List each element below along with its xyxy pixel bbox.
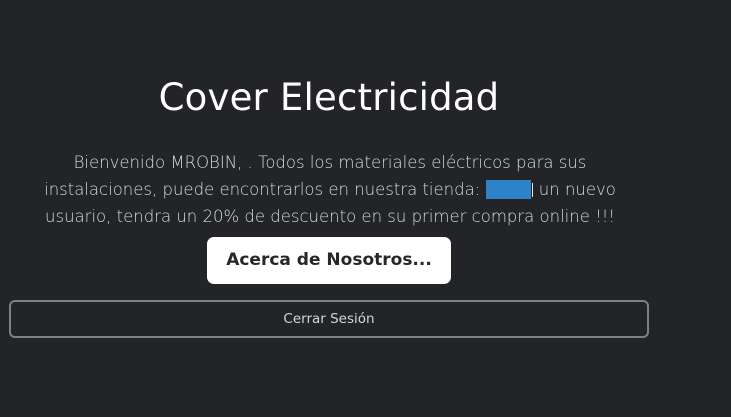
text-cursor-icon <box>531 182 533 197</box>
logout-button[interactable]: Cerrar Sesión <box>9 300 649 338</box>
selected-link-text[interactable]: Crear <box>485 179 531 199</box>
about-us-button[interactable]: Acerca de Nosotros... <box>207 237 451 284</box>
welcome-text: Bienvenido MROBIN, . Todos los materiale… <box>30 149 630 230</box>
page: { "hero": { "title": "Cover Electricidad… <box>0 0 731 417</box>
page-title: Cover Electricidad <box>158 76 500 119</box>
